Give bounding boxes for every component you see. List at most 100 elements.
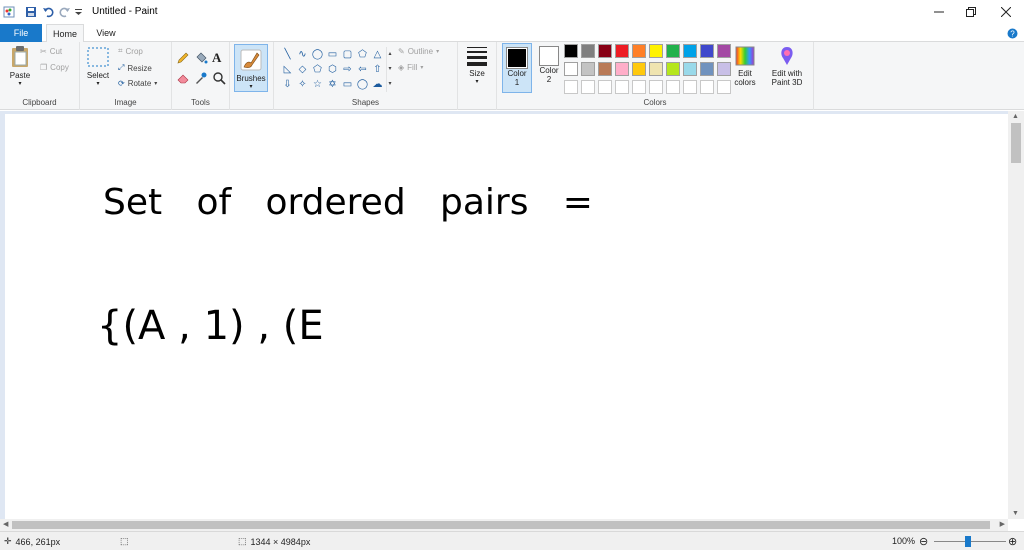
zoom-level: 100% xyxy=(892,536,916,546)
palette-swatch[interactable] xyxy=(615,80,629,94)
resize-icon: ⤢ xyxy=(118,63,125,72)
crop-button[interactable]: ⌗ Crop xyxy=(118,46,143,56)
text-tool-icon[interactable]: A xyxy=(212,50,221,66)
zoom-out-icon[interactable]: ⊖ xyxy=(919,535,928,548)
clipboard-group: Paste ▾ ✂ Cut ❐ Copy Clipboard xyxy=(0,42,80,110)
palette-swatch[interactable] xyxy=(683,62,697,76)
rotate-label: Rotate xyxy=(127,79,152,88)
drawing-canvas[interactable]: Set of ordered pairs = {(A , 1) , (E xyxy=(5,114,1008,519)
brushes-button[interactable]: Brushes ▾ xyxy=(234,44,268,92)
palette-swatch[interactable] xyxy=(717,44,731,58)
rotate-button[interactable]: ⟳ Rotate ▾ xyxy=(118,79,157,88)
edit-with-paint3d-button[interactable]: Edit with Paint 3D xyxy=(766,45,808,87)
tab-file[interactable]: File xyxy=(0,24,42,42)
edit-colors-icon xyxy=(735,46,755,66)
palette-swatch[interactable] xyxy=(581,44,595,58)
copy-button[interactable]: ❐ Copy xyxy=(40,63,69,72)
shapes-scroll[interactable]: ▴ ▾ ▾ xyxy=(386,47,393,92)
palette-swatch[interactable] xyxy=(632,62,646,76)
scroll-down-icon[interactable]: ▼ xyxy=(1012,510,1019,517)
palette-swatch[interactable] xyxy=(683,80,697,94)
tools-group: A Tools xyxy=(172,42,230,110)
select-button[interactable]: Select ▾ xyxy=(84,45,112,87)
shapes-gallery[interactable]: ╲ ∿ ◯ ▭ ▢ ⬠ △ ◺ ◇ ⬠ ⬡ ⇨ ⇦ ⇧ ⇩ ✧ ☆ ✡ ▭ ◯ ☁ xyxy=(280,47,384,92)
selection-icon: ⬚ xyxy=(120,536,129,546)
palette-swatch[interactable] xyxy=(564,44,578,58)
color2-label-line2: 2 xyxy=(546,75,552,84)
palette-swatch[interactable] xyxy=(666,44,680,58)
palette-swatch[interactable] xyxy=(598,80,612,94)
customize-toolbar-icon[interactable] xyxy=(74,5,82,19)
palette-swatch[interactable] xyxy=(632,80,646,94)
magnifier-icon[interactable] xyxy=(212,71,226,87)
eraser-icon[interactable] xyxy=(176,71,190,87)
palette-swatch[interactable] xyxy=(666,80,680,94)
fill-button[interactable]: ◈ Fill ▾ xyxy=(398,63,423,72)
canvas-workspace: Set of ordered pairs = {(A , 1) , (E xyxy=(0,111,1024,519)
palette-swatch[interactable] xyxy=(666,62,680,76)
palette-swatch[interactable] xyxy=(683,44,697,58)
palette-swatch[interactable] xyxy=(649,44,663,58)
tab-home[interactable]: Home xyxy=(46,24,84,43)
palette-swatch[interactable] xyxy=(649,80,663,94)
tab-view[interactable]: View xyxy=(90,24,122,42)
palette-swatch[interactable] xyxy=(615,44,629,58)
window-title: Untitled - Paint xyxy=(92,6,158,17)
scroll-right-icon[interactable]: ▶ xyxy=(1000,520,1005,528)
zoom-slider-thumb[interactable] xyxy=(965,536,971,547)
palette-swatch[interactable] xyxy=(649,62,663,76)
palette-swatch[interactable] xyxy=(700,80,714,94)
palette-swatch[interactable] xyxy=(632,44,646,58)
palette-swatch[interactable] xyxy=(615,62,629,76)
fill-bucket-icon[interactable] xyxy=(194,51,208,67)
palette-swatch[interactable] xyxy=(598,44,612,58)
paint-app-icon[interactable] xyxy=(2,5,16,19)
palette-swatch[interactable] xyxy=(717,62,731,76)
rounded-rectangle-shape-icon: ▢ xyxy=(342,49,353,60)
size-button[interactable]: Size ▾ xyxy=(462,45,492,85)
vertical-scroll-thumb[interactable] xyxy=(1011,123,1021,163)
restore-icon[interactable] xyxy=(961,3,981,21)
minimize-icon[interactable] xyxy=(929,3,949,21)
outline-button[interactable]: ✎ Outline ▾ xyxy=(398,47,439,56)
color1-label-line1: Color xyxy=(507,69,527,78)
palette-swatch[interactable] xyxy=(700,44,714,58)
horizontal-scroll-thumb[interactable] xyxy=(12,521,990,529)
copy-icon: ❐ xyxy=(40,63,48,72)
close-icon[interactable] xyxy=(996,3,1016,21)
resize-button[interactable]: ⤢ Resize xyxy=(118,63,152,73)
color-picker-icon[interactable] xyxy=(194,71,208,87)
pentagon-shape-icon: ⬠ xyxy=(313,64,322,75)
scroll-up-icon[interactable]: ▲ xyxy=(1012,113,1019,120)
edit-colors-button[interactable]: Edit colors xyxy=(730,45,760,87)
palette-swatch[interactable] xyxy=(598,62,612,76)
horizontal-scrollbar[interactable]: ◀ ▶ xyxy=(0,519,1008,531)
paste-label: Paste xyxy=(9,71,31,80)
color2-button[interactable]: Color 2 xyxy=(535,46,563,84)
selection-size: ⬚ xyxy=(120,536,129,547)
up-arrow-shape-icon: ⇧ xyxy=(373,64,382,75)
crop-icon: ⌗ xyxy=(118,46,123,55)
palette-swatch[interactable] xyxy=(564,80,578,94)
palette-swatch[interactable] xyxy=(700,62,714,76)
save-icon[interactable] xyxy=(24,5,38,19)
image-group: Select ▾ ⌗ Crop ⤢ Resize ⟳ Rotate ▾ Image xyxy=(80,42,172,110)
title-bar: Untitled - Paint xyxy=(0,0,1024,24)
undo-icon[interactable] xyxy=(41,5,55,19)
scroll-left-icon[interactable]: ◀ xyxy=(3,520,8,528)
paste-button[interactable]: Paste ▾ xyxy=(6,45,34,87)
palette-swatch[interactable] xyxy=(564,62,578,76)
tools-group-label: Tools xyxy=(191,98,210,107)
redo-icon[interactable] xyxy=(58,5,72,19)
help-icon[interactable]: ? xyxy=(1007,28,1018,41)
color1-button[interactable]: Color 1 xyxy=(502,43,532,93)
vertical-scrollbar[interactable]: ▲ ▼ xyxy=(1008,111,1024,519)
palette-swatch[interactable] xyxy=(581,62,595,76)
palette-swatch[interactable] xyxy=(581,80,595,94)
pencil-icon[interactable] xyxy=(176,51,190,67)
palette-swatch[interactable] xyxy=(717,80,731,94)
rectangle-shape-icon: ▭ xyxy=(327,49,338,60)
fill-label: Fill xyxy=(407,63,418,72)
cut-button[interactable]: ✂ Cut xyxy=(40,47,62,56)
zoom-in-icon[interactable]: ⊕ xyxy=(1008,535,1017,548)
